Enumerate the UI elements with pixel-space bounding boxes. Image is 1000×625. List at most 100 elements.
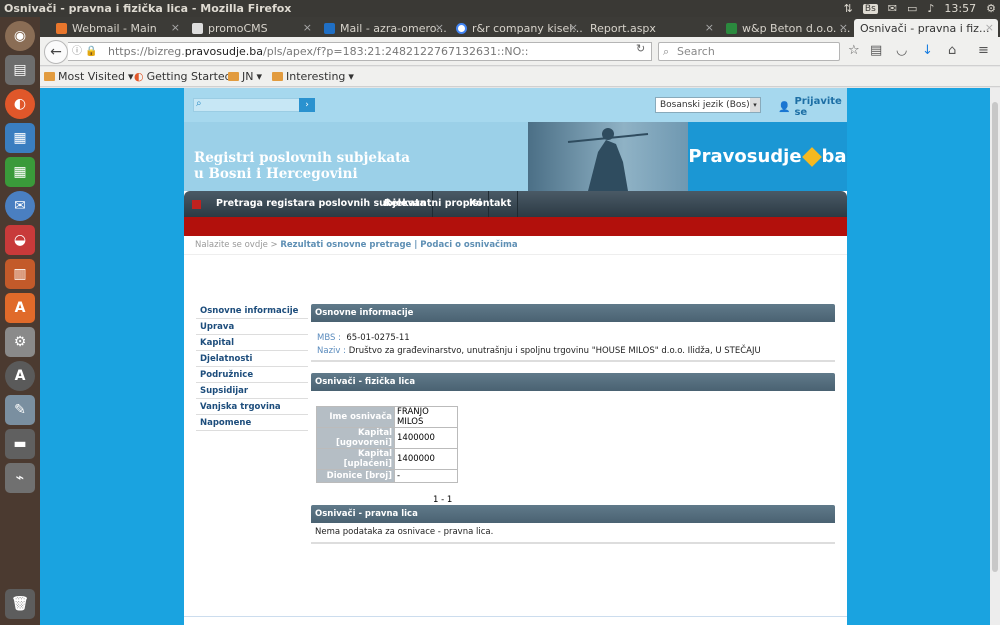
row-key: Kapital [uplaćeni] (316, 448, 395, 470)
volume-icon[interactable]: ♪ (927, 2, 934, 15)
back-button[interactable]: ← (44, 40, 68, 64)
downloads-icon[interactable]: ↓ (922, 43, 933, 58)
updater-icon[interactable]: A (5, 361, 35, 391)
tab-webmail[interactable]: Webmail - Main × (50, 19, 184, 37)
outlook-icon (324, 22, 335, 34)
usb-icon[interactable]: ⌁ (5, 463, 35, 493)
row-value: 1400000 (394, 448, 458, 470)
row-key: Kapital [ugovoreni] (316, 427, 395, 449)
sidebar-item-activities[interactable]: Djelatnosti (196, 351, 308, 367)
site-content: ⌕ › Bosanski jezik (Bos) ▾ 👤 Prijavite se … (184, 88, 847, 625)
login-link[interactable]: 👤 Prijavite se (778, 96, 847, 118)
close-icon[interactable]: × (569, 21, 578, 34)
close-icon[interactable]: × (171, 21, 180, 34)
logo-diamond-icon (801, 146, 822, 167)
page-scrollbar[interactable] (990, 88, 1000, 625)
power-icon[interactable]: ⚙ (986, 2, 996, 15)
pravosudje-logo[interactable]: Pravosudje ba (688, 122, 847, 191)
menu-item-contact[interactable]: Kontakt (463, 191, 519, 217)
bookmark-interesting[interactable]: Interesting ▾ (272, 70, 354, 83)
tab-label: Mail - azra-omero... (340, 21, 447, 35)
close-icon[interactable]: × (303, 21, 312, 34)
software-center-icon[interactable]: A (5, 293, 35, 323)
firefox-window: Webmail - Main × promoCMS × Mail - azra-om… (40, 17, 1000, 625)
home-icon[interactable] (192, 200, 201, 209)
breadcrumb: Nalazite se ovdje > Rezultati osnovne pr… (195, 240, 518, 250)
sidebar-item-basic-info[interactable]: Osnovne informacije (196, 303, 308, 319)
site-search-input[interactable]: ⌕ (193, 98, 300, 112)
bookmark-jn[interactable]: JN ▾ (228, 70, 262, 83)
firefox-icon[interactable]: ◐ (5, 89, 35, 119)
sidebar-item-management[interactable]: Uprava (196, 319, 308, 335)
mail-icon[interactable]: ✉ (888, 2, 897, 15)
tab-beton[interactable]: w&p Beton d.o.o. ... × (720, 19, 852, 37)
home-icon[interactable]: ⌂ (948, 43, 956, 58)
naziv-value: Društvo za građevinarstvo, unutrašnju i … (348, 346, 761, 356)
files-icon[interactable]: ▤ (5, 55, 35, 85)
row-value: - (394, 469, 458, 483)
tab-osnivaci[interactable]: Osnivači - pravna i fiz... × (854, 19, 998, 37)
battery-icon[interactable]: ▭ (907, 2, 917, 15)
naziv-row: Naziv : Društvo za građevinarstvo, unutr… (317, 345, 835, 358)
url-bar[interactable]: ⓘ 🔒 https://bizreg.pravosudje.ba/pls/ape… (68, 42, 652, 61)
sidebar-item-subsidiary[interactable]: Supsidijar (196, 383, 308, 399)
language-select[interactable]: Bosanski jezik (Bos) ▾ (655, 97, 761, 113)
scrollbar-thumb[interactable] (992, 102, 998, 572)
breadcrumb-prefix: Nalazite se ovdje > (195, 240, 278, 250)
naziv-label: Naziv : (317, 346, 346, 356)
url-prefix: https://bizreg. (108, 45, 185, 58)
settings-icon[interactable]: ⚙ (5, 327, 35, 357)
tab-mail[interactable]: Mail - azra-omero... × (318, 19, 448, 37)
sidebar-item-capital[interactable]: Kapital (196, 335, 308, 351)
sidebar-item-notes[interactable]: Napomene (196, 415, 308, 431)
folder-icon (228, 72, 239, 81)
sidebar-nav: Osnovne informacije Uprava Kapital Djela… (196, 303, 308, 431)
mbs-row: MBS : 65-01-0275-11 (317, 332, 835, 345)
menu-icon[interactable]: ≡ (978, 43, 989, 58)
close-icon[interactable]: × (985, 21, 994, 34)
founders-table: Ime osnivača FRANJO MILOS Kapital [ugovor… (316, 406, 458, 483)
ubuntu-dash-icon[interactable]: ◉ (5, 21, 35, 51)
bookmark-label: JN (242, 70, 254, 83)
tab-google[interactable]: r&r company kisel... × (450, 19, 582, 37)
tab-promocms[interactable]: promoCMS × (186, 19, 316, 37)
natural-founders-panel: Osnivači - fizička lica Ime osnivača FRAN… (311, 373, 835, 505)
site-container: ⌕ › Bosanski jezik (Bos) ▾ 👤 Prijavite se … (184, 88, 847, 625)
sidebar-item-branches[interactable]: Podružnice (196, 367, 308, 383)
user-icon: 👤 (778, 101, 791, 113)
url-path: /pls/apex/f?p=183:21:2482122767132631::N… (263, 45, 529, 58)
network-icon[interactable]: ⇅ (844, 2, 853, 15)
site-search-button[interactable]: › (299, 98, 315, 112)
reload-icon[interactable]: ↻ (636, 42, 645, 55)
editor-icon[interactable]: ✎ (5, 395, 35, 425)
search-icon: ⌕ (663, 45, 670, 58)
close-icon[interactable]: × (705, 21, 714, 34)
documents-icon[interactable]: ▥ (5, 259, 35, 289)
basic-info-panel: Osnovne informacije MBS : 65-01-0275-11 … (311, 304, 835, 362)
bookmark-label: Most Visited (58, 70, 125, 83)
search-input[interactable]: ⌕ Search (658, 42, 840, 61)
drive-icon[interactable]: ▬ (5, 429, 35, 459)
trash-icon[interactable]: 🗑 (5, 589, 35, 619)
pocket-icon[interactable]: ◡ (896, 43, 907, 58)
keyboard-layout-indicator[interactable]: Bs (862, 3, 878, 14)
banner-title-line2: u Bosni i Hercegovini (194, 166, 358, 182)
calc-icon[interactable]: ▦ (5, 157, 35, 187)
justice-statue-graphic (567, 128, 649, 191)
bookmark-most-visited[interactable]: Most Visited ▾ (44, 70, 133, 83)
google-icon (456, 22, 467, 34)
bookmark-star-icon[interactable]: ☆ (848, 43, 860, 58)
impress-icon[interactable]: ◒ (5, 225, 35, 255)
thunderbird-icon[interactable]: ✉ (5, 191, 35, 221)
reading-list-icon[interactable]: ▤ (870, 43, 882, 58)
tab-report[interactable]: Report.aspx × (584, 19, 718, 37)
sidebar-item-foreign-trade[interactable]: Vanjska trgovina (196, 399, 308, 415)
writer-icon[interactable]: ▦ (5, 123, 35, 153)
site-icon (726, 22, 737, 34)
close-icon[interactable]: × (839, 21, 848, 34)
clock[interactable]: 13:57 (944, 2, 976, 15)
site-identity-icon[interactable]: ⓘ 🔒 (72, 43, 98, 60)
panel-heading: Osnivači - pravna lica (311, 505, 835, 523)
bookmark-getting-started[interactable]: ◐ Getting Started (134, 70, 232, 83)
close-icon[interactable]: × (435, 21, 444, 34)
